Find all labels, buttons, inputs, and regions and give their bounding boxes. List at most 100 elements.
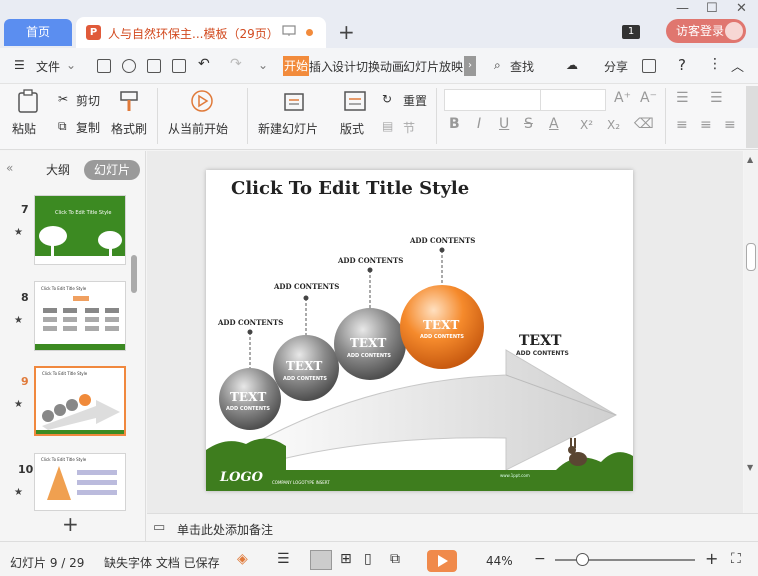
content-label-3[interactable]: ADD CONTENTS — [338, 256, 403, 265]
panel-scrollbar[interactable] — [131, 255, 137, 293]
ball-text-2[interactable]: TEXT — [286, 359, 322, 373]
reset-button[interactable]: 重置 — [403, 92, 427, 109]
minimize-button[interactable]: — — [676, 1, 689, 16]
canvas-scroll-thumb[interactable] — [746, 243, 756, 271]
chevron-down-icon[interactable]: ⌄ — [66, 58, 76, 72]
undo-icon[interactable]: ↶ — [198, 56, 210, 72]
tab-slides[interactable]: 幻灯片 — [84, 160, 140, 180]
canvas-scrollbar[interactable]: ▲ ▼ — [744, 151, 758, 513]
cut-icon[interactable]: ✂ — [58, 92, 68, 106]
fit-window-icon[interactable]: ⛶ — [731, 551, 741, 567]
notes-input[interactable]: 单击此处添加备注 — [177, 521, 273, 538]
zoom-out-button[interactable]: − — [534, 551, 546, 567]
play-slideshow-button[interactable] — [427, 550, 457, 572]
content-label-4[interactable]: ADD CONTENTS — [410, 236, 475, 245]
play-from-current-icon[interactable] — [190, 89, 214, 113]
monitor-icon[interactable] — [282, 25, 296, 37]
italic-button[interactable]: I — [477, 116, 481, 132]
superscript-button[interactable]: X² — [580, 118, 593, 132]
content-label-2[interactable]: ADD CONTENTS — [274, 282, 339, 291]
numbering-icon[interactable]: ☰ — [710, 90, 723, 106]
font-color-button[interactable]: A — [549, 116, 559, 132]
slide-thumbnail-10[interactable]: Click To Edit Title Style — [34, 453, 126, 511]
redo-icon[interactable]: ↷ — [230, 56, 242, 72]
print-icon[interactable] — [147, 59, 161, 73]
quick-access-chevron-icon[interactable]: ⌄ — [258, 58, 268, 72]
tab-transition[interactable]: 切换 — [356, 58, 380, 75]
arrow-text[interactable]: TEXT — [519, 333, 561, 349]
document-status[interactable]: 缺失字体 文档 已保存 — [104, 554, 220, 571]
scroll-down-icon[interactable]: ▼ — [747, 463, 753, 472]
scroll-up-icon[interactable]: ▲ — [747, 155, 753, 164]
normal-view-button[interactable] — [310, 550, 332, 570]
copy-button[interactable]: 复制 — [76, 119, 100, 136]
format-painter-button[interactable]: 格式刷 — [111, 120, 147, 137]
grow-font-button[interactable]: A⁺ — [614, 90, 631, 106]
tab-outline[interactable]: 大纲 — [46, 161, 70, 178]
tab-document[interactable]: P 人与自然环保主...模板（29页） — [76, 17, 326, 48]
font-size-select[interactable] — [540, 89, 606, 111]
presenter-view-icon[interactable]: ⧉ — [390, 551, 400, 567]
notes-toggle-icon[interactable]: ☰ — [277, 551, 290, 567]
layout-button[interactable]: 版式 — [340, 120, 364, 137]
file-menu[interactable]: 文件 — [36, 58, 60, 75]
visitor-login-button[interactable]: 访客登录 — [666, 19, 746, 43]
shrink-font-button[interactable]: A⁻ — [640, 90, 657, 106]
ball-text-4[interactable]: TEXT — [423, 318, 459, 332]
slide-thumbnail-9[interactable]: Click To Edit Title Style — [34, 366, 126, 436]
content-label-1[interactable]: ADD CONTENTS — [218, 318, 283, 327]
print-preview-icon[interactable] — [172, 59, 186, 73]
underline-button[interactable]: U — [499, 116, 509, 132]
ball-text-3[interactable]: TEXT — [350, 336, 386, 350]
tab-insert[interactable]: 插入 — [309, 58, 333, 75]
collapse-panel-icon[interactable]: « — [6, 161, 13, 175]
slide-thumbnail-7[interactable]: Click To Edit Title Style — [34, 195, 126, 265]
help-icon[interactable]: ? — [678, 56, 686, 74]
subscript-button[interactable]: X₂ — [607, 118, 620, 132]
zoom-in-button[interactable]: + — [705, 549, 718, 568]
logo-text[interactable]: LOGO — [220, 470, 263, 485]
cloud-sync-icon[interactable]: ☁ — [566, 58, 578, 72]
strikethrough-button[interactable]: S — [524, 116, 533, 132]
ball-sub-3[interactable]: ADD CONTENTS — [347, 353, 391, 359]
new-slide-button[interactable]: 新建幻灯片 — [258, 120, 318, 137]
share-button[interactable]: 分享 — [604, 58, 628, 75]
save-icon[interactable] — [97, 59, 111, 73]
tabs-scroll-right-icon[interactable]: › — [464, 56, 476, 76]
add-slide-button[interactable]: + — [62, 512, 79, 536]
arrow-sub[interactable]: ADD CONTENTS — [516, 350, 569, 357]
from-current-button[interactable]: 从当前开始 — [168, 120, 228, 137]
align-right-icon[interactable]: ≡ — [724, 117, 736, 133]
window-count-badge[interactable]: 1 — [622, 25, 640, 39]
slide-sorter-icon[interactable]: ⊞ — [340, 551, 352, 567]
layout-icon[interactable] — [343, 90, 367, 112]
section-button[interactable]: 节 — [403, 119, 415, 136]
export-icon[interactable] — [122, 59, 136, 73]
ball-text-1[interactable]: TEXT — [230, 390, 266, 404]
cut-button[interactable]: 剪切 — [76, 92, 100, 109]
new-slide-icon[interactable] — [282, 88, 306, 114]
reset-icon[interactable]: ↻ — [382, 92, 392, 106]
ball-sub-2[interactable]: ADD CONTENTS — [283, 376, 327, 382]
paste-icon[interactable] — [16, 89, 40, 113]
ribbon-scroll-right[interactable] — [746, 86, 758, 148]
maximize-button[interactable]: ☐ — [706, 1, 718, 16]
format-painter-icon[interactable] — [118, 89, 140, 113]
paste-button[interactable]: 粘贴 — [12, 120, 36, 137]
tab-design[interactable]: 设计 — [332, 58, 356, 75]
slide-9[interactable]: Click To Edit Title Style ADD CONTENTS A… — [206, 170, 633, 491]
zoom-level[interactable]: 44% — [486, 554, 513, 568]
ball-sub-4[interactable]: ADD CONTENTS — [420, 334, 464, 340]
bold-button[interactable]: B — [449, 116, 460, 132]
wps-cube-icon[interactable]: ◈ — [237, 551, 248, 567]
align-left-icon[interactable]: ≡ — [676, 117, 688, 133]
section-icon[interactable]: ▤ — [382, 119, 393, 133]
copy-icon[interactable]: ⧉ — [58, 119, 67, 134]
hamburger-icon[interactable]: ☰ — [14, 58, 25, 72]
zoom-slider-handle[interactable] — [576, 553, 589, 566]
clear-format-icon[interactable]: ⌫ — [634, 116, 654, 132]
close-button[interactable]: ✕ — [736, 1, 747, 16]
logo-subtitle[interactable]: COMPANY LOGOTYPE INSERT — [272, 480, 330, 485]
tab-home[interactable]: 首页 — [4, 19, 72, 46]
new-tab-button[interactable]: + — [338, 20, 355, 44]
